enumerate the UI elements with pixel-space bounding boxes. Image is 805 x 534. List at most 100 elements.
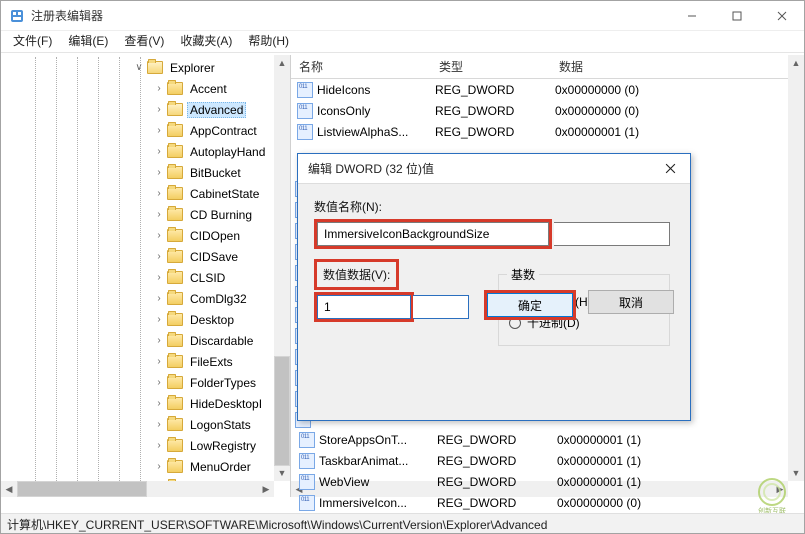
tree-node[interactable]: ›ComDlg32 bbox=[1, 288, 274, 309]
folder-icon bbox=[167, 418, 183, 431]
tree-node[interactable]: ›FolderTypes bbox=[1, 372, 274, 393]
ok-button[interactable]: 确定 bbox=[487, 293, 573, 317]
folder-icon bbox=[167, 103, 183, 116]
tree-node[interactable]: › HideDesktopI bbox=[1, 393, 274, 414]
chevron-right-icon[interactable]: › bbox=[153, 230, 165, 242]
dword-icon bbox=[297, 82, 313, 98]
tree-node[interactable]: ›BitBucket bbox=[1, 162, 274, 183]
chevron-right-icon[interactable]: › bbox=[153, 104, 165, 116]
chevron-right-icon[interactable]: › bbox=[153, 188, 165, 200]
table-row[interactable]: StoreAppsOnT...REG_DWORD0x00000001 (1) bbox=[293, 429, 786, 450]
value-name-input[interactable] bbox=[317, 222, 549, 246]
tree-node[interactable]: ›AppContract bbox=[1, 120, 274, 141]
table-row[interactable]: ImmersiveIcon...REG_DWORD0x00000000 (0) bbox=[293, 492, 786, 513]
table-row[interactable]: TaskbarAnimat...REG_DWORD0x00000001 (1) bbox=[293, 450, 786, 471]
menu-help[interactable]: 帮助(H) bbox=[240, 30, 297, 51]
chevron-right-icon[interactable]: › bbox=[153, 209, 165, 221]
tree-node[interactable]: › Desktop bbox=[1, 309, 274, 330]
chevron-right-icon[interactable]: › bbox=[153, 356, 165, 368]
table-row[interactable]: ListviewAlphaS...REG_DWORD0x00000001 (1) bbox=[291, 121, 788, 142]
column-data[interactable]: 数据 bbox=[551, 58, 804, 75]
tree-node[interactable]: ›MenuOrder bbox=[1, 456, 274, 477]
value-data-input-extra[interactable] bbox=[413, 295, 469, 319]
scroll-left-icon[interactable]: ◀ bbox=[1, 481, 17, 497]
tree-node[interactable]: ›LowRegistry bbox=[1, 435, 274, 456]
tree-node-explorer[interactable]: ∨ Explorer bbox=[1, 57, 274, 78]
tree-node[interactable]: ›CIDOpen bbox=[1, 225, 274, 246]
cell-type: REG_DWORD bbox=[437, 454, 557, 468]
tree-node[interactable]: ›LogonStats bbox=[1, 414, 274, 435]
chevron-right-icon[interactable]: › bbox=[153, 419, 165, 431]
list-scrollbar-vertical[interactable]: ▲ ▼ bbox=[788, 55, 804, 481]
chevron-right-icon[interactable]: › bbox=[153, 83, 165, 95]
dword-icon bbox=[299, 474, 315, 490]
chevron-right-icon[interactable]: › bbox=[153, 440, 165, 452]
values-header[interactable]: 名称 类型 数据 bbox=[291, 55, 804, 79]
registry-tree[interactable]: ∨ Explorer ›Accent›Advanced›AppContract›… bbox=[1, 55, 274, 481]
column-name[interactable]: 名称 bbox=[291, 58, 431, 75]
tree-node[interactable]: ›Discardable bbox=[1, 330, 274, 351]
maximize-button[interactable] bbox=[714, 1, 759, 31]
table-row[interactable]: WebViewREG_DWORD0x00000001 (1) bbox=[293, 471, 786, 492]
tree-node-label: CabinetState bbox=[187, 186, 262, 202]
chevron-right-icon[interactable]: › bbox=[153, 251, 165, 263]
tree-node[interactable]: ›Accent bbox=[1, 78, 274, 99]
tree-scrollbar-vertical[interactable]: ▲ ▼ bbox=[274, 55, 290, 481]
chevron-down-icon[interactable]: ∨ bbox=[133, 62, 145, 74]
folder-icon bbox=[167, 460, 183, 473]
cell-name: TaskbarAnimat... bbox=[319, 454, 437, 468]
chevron-right-icon[interactable]: › bbox=[153, 461, 165, 473]
scroll-thumb[interactable] bbox=[17, 481, 147, 497]
menu-view[interactable]: 查看(V) bbox=[116, 30, 172, 51]
chevron-right-icon[interactable]: › bbox=[153, 377, 165, 389]
chevron-right-icon[interactable]: › bbox=[153, 335, 165, 347]
table-row[interactable]: HideIconsREG_DWORD0x00000000 (0) bbox=[291, 79, 788, 100]
tree-node[interactable]: ›CLSID bbox=[1, 267, 274, 288]
tree-node[interactable]: ›Advanced bbox=[1, 99, 274, 120]
cell-name: ListviewAlphaS... bbox=[317, 125, 435, 139]
chevron-right-icon[interactable]: › bbox=[153, 293, 165, 305]
menu-edit[interactable]: 编辑(E) bbox=[60, 30, 116, 51]
folder-icon bbox=[167, 208, 183, 221]
dialog-close-button[interactable] bbox=[650, 154, 690, 184]
tree-node-label: HideDesktopI bbox=[187, 396, 265, 412]
table-row[interactable]: IconsOnlyREG_DWORD0x00000000 (0) bbox=[291, 100, 788, 121]
chevron-right-icon[interactable]: › bbox=[153, 125, 165, 137]
folder-icon bbox=[147, 61, 163, 74]
column-type[interactable]: 类型 bbox=[431, 58, 551, 75]
tree-node-label: Desktop bbox=[187, 312, 237, 328]
dword-icon bbox=[299, 495, 315, 511]
minimize-button[interactable] bbox=[669, 1, 714, 31]
cell-data: 0x00000001 (1) bbox=[557, 454, 786, 468]
value-name-input-extra[interactable] bbox=[554, 222, 670, 246]
scroll-up-icon[interactable]: ▲ bbox=[274, 55, 290, 71]
chevron-right-icon[interactable]: › bbox=[153, 146, 165, 158]
scroll-up-icon[interactable]: ▲ bbox=[788, 55, 804, 71]
menu-favorites[interactable]: 收藏夹(A) bbox=[172, 30, 240, 51]
menu-file[interactable]: 文件(F) bbox=[5, 30, 60, 51]
status-path: 计算机\HKEY_CURRENT_USER\SOFTWARE\Microsoft… bbox=[7, 518, 547, 532]
scroll-down-icon[interactable]: ▼ bbox=[274, 465, 290, 481]
regedit-window: 注册表编辑器 文件(F) 编辑(E) 查看(V) 收藏夹(A) 帮助(H) ∨ bbox=[0, 0, 805, 534]
values-list-after[interactable]: StoreAppsOnT...REG_DWORD0x00000001 (1)Ta… bbox=[293, 429, 786, 513]
cancel-button[interactable]: 取消 bbox=[588, 290, 674, 314]
tree-scrollbar-horizontal[interactable]: ◀ ▶ bbox=[1, 481, 274, 497]
tree-node[interactable]: ›AutoplayHand bbox=[1, 141, 274, 162]
tree-node[interactable]: ›CD Burning bbox=[1, 204, 274, 225]
tree-node[interactable]: ›CIDSave bbox=[1, 246, 274, 267]
value-data-input[interactable] bbox=[317, 295, 411, 319]
tree-node[interactable]: ›FileExts bbox=[1, 351, 274, 372]
chevron-right-icon[interactable]: › bbox=[153, 398, 165, 410]
cell-data: 0x00000000 (0) bbox=[555, 104, 788, 118]
folder-icon bbox=[167, 376, 183, 389]
chevron-right-icon[interactable]: › bbox=[153, 167, 165, 179]
name-label: 数值名称(N): bbox=[314, 198, 674, 215]
scroll-right-icon[interactable]: ▶ bbox=[258, 481, 274, 497]
chevron-right-icon[interactable]: › bbox=[153, 272, 165, 284]
tree-node[interactable]: › CabinetState bbox=[1, 183, 274, 204]
cell-type: REG_DWORD bbox=[435, 125, 555, 139]
chevron-right-icon[interactable]: › bbox=[153, 314, 165, 326]
close-button[interactable] bbox=[759, 1, 804, 31]
scroll-thumb[interactable] bbox=[274, 356, 290, 466]
dialog-titlebar[interactable]: 编辑 DWORD (32 位)值 bbox=[298, 154, 690, 184]
